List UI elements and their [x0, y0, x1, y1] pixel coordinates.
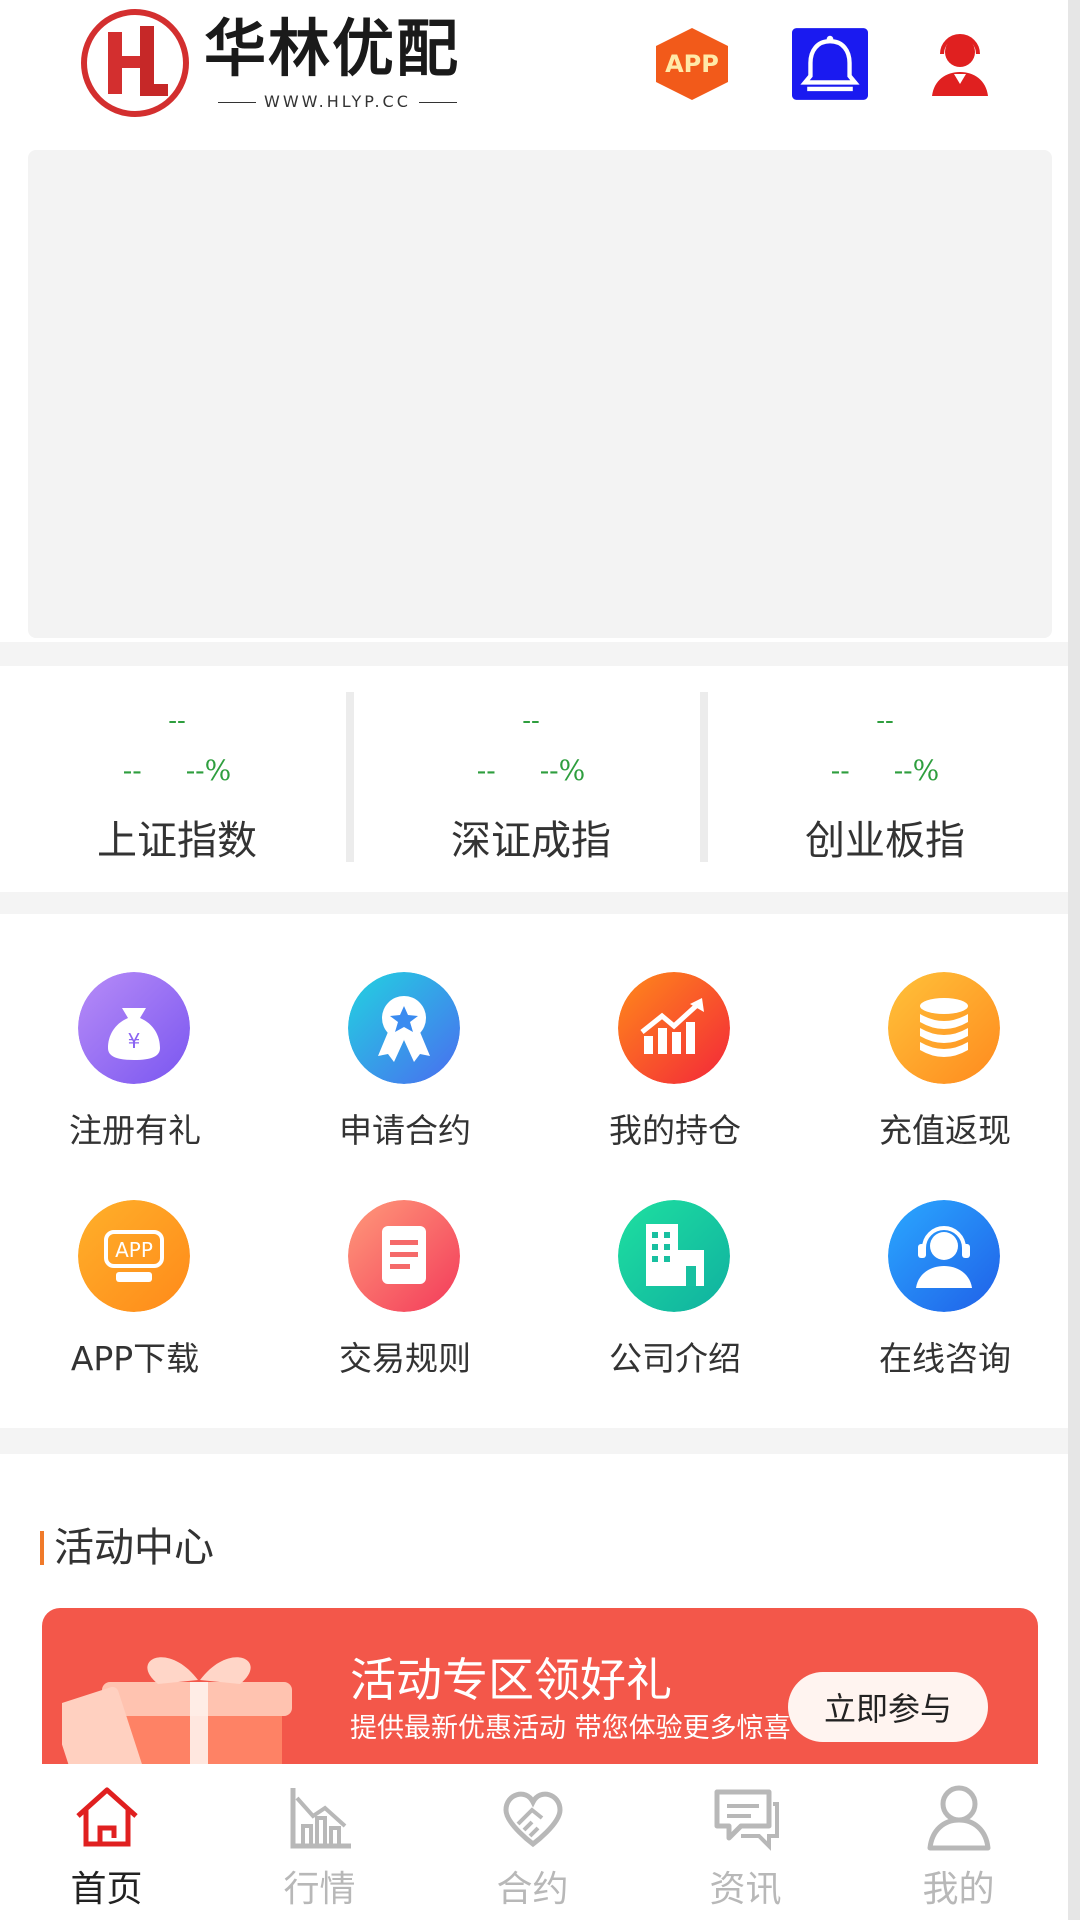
divider — [0, 892, 1068, 914]
banner-carousel[interactable] — [28, 150, 1052, 638]
divider — [346, 692, 354, 862]
logo-mark-icon — [81, 9, 189, 117]
grid-item-register-gift[interactable]: ¥ 注册有礼 — [0, 914, 270, 1150]
index-change: -- --% — [122, 754, 232, 787]
home-icon — [76, 1787, 138, 1847]
index-name: 创业板指 — [805, 818, 965, 864]
nav-item-news[interactable]: 资讯 — [639, 1764, 852, 1920]
grid-item-company-intro[interactable]: 公司介绍 — [540, 1142, 810, 1378]
grid-label: 交易规则 — [339, 1339, 471, 1378]
grid-label: 公司介绍 — [609, 1339, 741, 1378]
index-value: -- — [876, 706, 894, 736]
handshake-icon — [503, 1791, 563, 1848]
feature-grid: ¥ 注册有礼 申请合约 我的持仓 充值返现 APP APP下载 交易规则 公司介… — [0, 914, 1068, 1428]
svg-text:APP: APP — [115, 1238, 153, 1262]
app-hexagon-icon[interactable]: APP — [652, 26, 732, 102]
money-bag-icon: ¥ — [78, 972, 190, 1084]
nav-label: 合约 — [496, 1869, 569, 1910]
index-card-shenzhen[interactable]: -- -- --% 深证成指 — [354, 668, 708, 890]
divider — [0, 1428, 1068, 1454]
award-ribbon-icon — [348, 972, 460, 1084]
coin-stack-icon — [888, 972, 1000, 1084]
nav-item-home[interactable]: 首页 — [0, 1764, 213, 1920]
index-card-chinext[interactable]: -- -- --% 创业板指 — [708, 668, 1062, 890]
gift-box-icon — [62, 1657, 292, 1768]
nav-item-profile[interactable]: 我的 — [852, 1764, 1065, 1920]
chart-growth-icon — [618, 972, 730, 1084]
logo[interactable]: 华林优配 WWW.HLYP.CC — [80, 8, 458, 120]
nav-label: 我的 — [922, 1869, 995, 1910]
grid-item-online-consult[interactable]: 在线咨询 — [810, 1142, 1080, 1378]
index-change: -- --% — [830, 754, 940, 787]
svg-text:¥: ¥ — [128, 1029, 141, 1053]
app-download-icon: APP — [78, 1200, 190, 1312]
index-name: 深证成指 — [451, 818, 611, 864]
document-icon — [348, 1200, 460, 1312]
nav-item-market[interactable]: 行情 — [213, 1764, 426, 1920]
nav-label: 资讯 — [709, 1869, 782, 1910]
section-accent-bar — [40, 1531, 44, 1565]
section-title: 活动中心 — [40, 1515, 214, 1573]
divider — [700, 692, 708, 862]
promo-title: 活动专区领好礼 — [350, 1653, 672, 1707]
market-chart-icon — [290, 1788, 351, 1849]
nav-label: 行情 — [283, 1869, 356, 1910]
nav-label: 首页 — [70, 1869, 143, 1910]
market-indices: -- -- --% 上证指数 -- -- --% 深证成指 -- -- --% 创业板… — [0, 668, 1068, 890]
promo-banner[interactable]: 活动专区领好礼 提供最新优惠活动 带您体验更多惊喜 立即参与 — [42, 1608, 1038, 1768]
index-change: -- --% — [476, 754, 586, 787]
chat-icon — [714, 1789, 779, 1851]
grid-label: 在线咨询 — [879, 1339, 1011, 1378]
bottom-nav: 首页 行情 合约 资讯 我的 — [0, 1764, 1068, 1920]
header: 华林优配 WWW.HLYP.CC APP — [0, 0, 1068, 130]
app-badge-text: APP — [665, 50, 719, 78]
building-icon — [618, 1200, 730, 1312]
grid-item-apply-contract[interactable]: 申请合约 — [270, 914, 540, 1150]
promo-subtitle: 提供最新优惠活动 带您体验更多惊喜 — [350, 1713, 791, 1744]
logo-text: 华林优配 — [204, 12, 461, 85]
grid-item-recharge-cashback[interactable]: 充值返现 — [810, 914, 1080, 1150]
index-name: 上证指数 — [97, 818, 257, 864]
headset-icon — [888, 1200, 1000, 1312]
grid-label: APP下载 — [70, 1339, 200, 1378]
index-value: -- — [522, 706, 540, 736]
grid-item-my-positions[interactable]: 我的持仓 — [540, 914, 810, 1150]
customer-service-icon[interactable] — [920, 26, 1000, 102]
divider — [0, 642, 1068, 666]
user-icon — [927, 1785, 991, 1851]
logo-url: WWW.HLYP.CC — [210, 92, 465, 111]
join-now-button[interactable]: 立即参与 — [788, 1672, 988, 1742]
nav-item-contract[interactable]: 合约 — [426, 1764, 639, 1920]
bell-icon[interactable] — [790, 26, 870, 102]
index-card-shanghai[interactable]: -- -- --% 上证指数 — [0, 668, 354, 890]
index-value: -- — [168, 706, 186, 736]
grid-item-app-download[interactable]: APP APP下载 — [0, 1142, 270, 1378]
grid-item-trading-rules[interactable]: 交易规则 — [270, 1142, 540, 1378]
